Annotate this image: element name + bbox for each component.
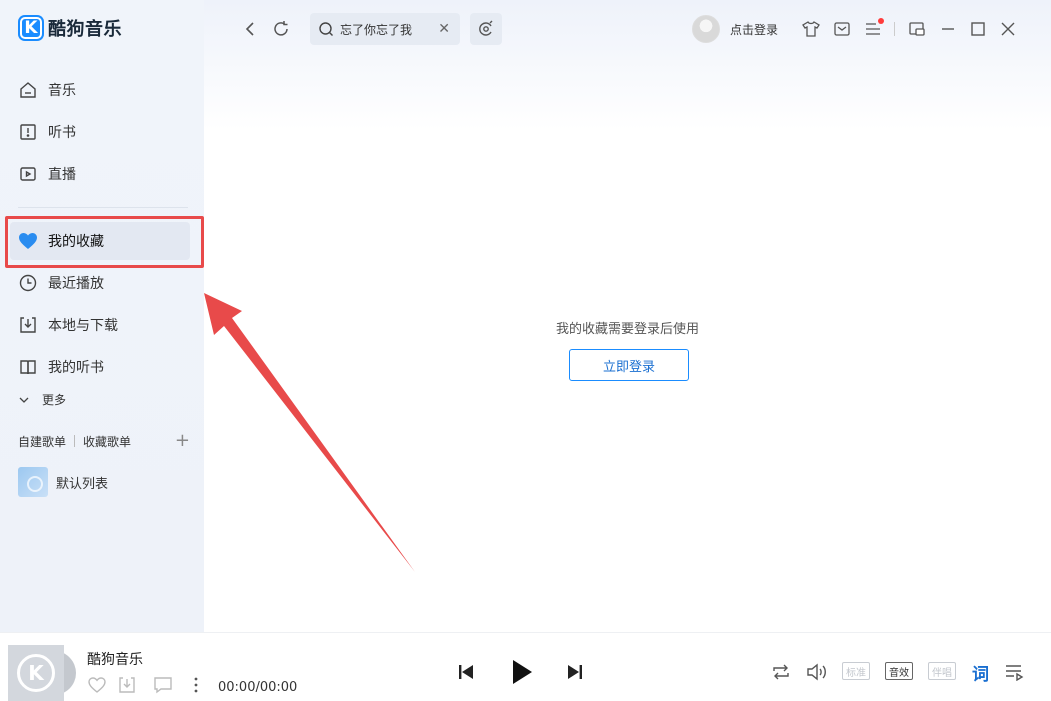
accompany-tag[interactable]: 伴唱 [928, 662, 956, 680]
back-button[interactable] [239, 18, 261, 40]
quality-standard-tag[interactable]: 标准 [842, 662, 870, 680]
refresh-button[interactable] [270, 18, 292, 40]
more-label: 更多 [42, 393, 67, 407]
mini-player-icon [908, 21, 926, 37]
mini-mode-button[interactable] [906, 18, 928, 40]
user-avatar[interactable] [692, 15, 720, 43]
sound-effect-tag[interactable]: 音效 [885, 662, 913, 680]
search-icon [318, 21, 334, 37]
sidebar: K 酷狗音乐 音乐 听书 直播 我的收藏 最近播放 本地与下载 我的听书 更多 … [0, 0, 204, 632]
download-icon [18, 315, 38, 335]
clock-icon [18, 273, 38, 293]
search-input[interactable]: 忘了你忘了我 [340, 21, 412, 38]
next-button[interactable] [564, 661, 586, 683]
tab-separator [74, 435, 76, 447]
more-vertical-icon [194, 677, 198, 693]
maximize-icon [970, 21, 986, 37]
sidebar-item-music[interactable]: 音乐 [10, 71, 190, 109]
sidebar-item-label: 我的听书 [48, 360, 104, 376]
sidebar-item-live[interactable]: 直播 [10, 155, 190, 193]
speaker-icon [806, 662, 828, 682]
playlist-header: 自建歌单 收藏歌单 + [18, 432, 190, 450]
tab-created-playlists[interactable]: 自建歌单 [18, 433, 66, 450]
sidebar-item-label: 音乐 [48, 83, 76, 99]
menu-icon [865, 22, 881, 36]
clear-search-button[interactable]: ✕ [438, 21, 450, 37]
lyrics-button[interactable]: 词 [972, 660, 989, 685]
mail-icon [833, 21, 851, 37]
play-button[interactable] [506, 657, 538, 687]
app-name: 酷狗音乐 [48, 19, 122, 40]
sidebar-divider [18, 207, 188, 208]
play-icon [511, 659, 533, 685]
sidebar-item-recent[interactable]: 最近播放 [10, 264, 190, 302]
add-playlist-button[interactable]: + [175, 432, 190, 450]
playlist-label: 默认列表 [56, 476, 109, 492]
chevron-down-icon [18, 393, 30, 407]
comment-button[interactable] [153, 675, 173, 695]
close-button[interactable] [997, 18, 1019, 40]
book-icon [18, 122, 38, 142]
sidebar-item-label: 我的收藏 [48, 234, 104, 250]
listen-identify-button[interactable] [470, 13, 502, 45]
open-book-icon [18, 357, 38, 377]
skin-button[interactable] [800, 18, 822, 40]
playlist-queue-button[interactable] [1004, 661, 1026, 683]
kugou-logo-icon: K [18, 15, 44, 41]
sidebar-item-local-download[interactable]: 本地与下载 [10, 306, 190, 344]
song-title[interactable]: 酷狗音乐 [87, 649, 143, 669]
sidebar-item-favorites[interactable]: 我的收藏 [10, 222, 190, 260]
comment-icon [153, 676, 173, 694]
download-box-icon [118, 676, 136, 694]
search-box[interactable]: 忘了你忘了我 ✕ [310, 13, 460, 45]
tshirt-icon [802, 21, 820, 37]
sidebar-item-label: 直播 [48, 167, 76, 183]
playlist-cover [18, 467, 48, 497]
more-options-button[interactable] [186, 675, 206, 695]
menu-button[interactable] [862, 18, 884, 40]
playlist-item-default[interactable]: 默认列表 [18, 467, 108, 497]
music-recognition-icon [477, 20, 495, 38]
notification-dot [878, 18, 884, 24]
repeat-icon [771, 663, 791, 681]
topbar: 忘了你忘了我 ✕ 点击登录 [204, 0, 1051, 130]
login-now-button[interactable]: 立即登录 [569, 349, 689, 381]
like-button[interactable] [87, 675, 107, 695]
maximize-button[interactable] [967, 18, 989, 40]
minimize-icon [940, 21, 956, 37]
previous-button[interactable] [455, 661, 477, 683]
sidebar-item-audiobook[interactable]: 听书 [10, 113, 190, 151]
video-icon [18, 164, 38, 184]
download-song-button[interactable] [117, 675, 137, 695]
heart-outline-icon [87, 676, 107, 694]
sidebar-item-my-audiobooks[interactable]: 我的听书 [10, 348, 190, 386]
previous-icon [458, 664, 474, 680]
kugou-logo-icon: K [17, 654, 55, 692]
album-cover[interactable]: K [8, 645, 64, 701]
app-logo[interactable]: K 酷狗音乐 [18, 15, 122, 41]
login-link[interactable]: 点击登录 [730, 21, 778, 38]
sidebar-item-label: 最近播放 [48, 276, 104, 292]
empty-state-message: 我的收藏需要登录后使用 [555, 322, 699, 337]
close-icon [1000, 21, 1016, 37]
loop-mode-button[interactable] [770, 661, 792, 683]
next-icon [567, 664, 583, 680]
playlist-icon [1005, 663, 1025, 681]
volume-button[interactable] [805, 661, 829, 683]
home-icon [18, 80, 38, 100]
sidebar-item-label: 听书 [48, 125, 76, 141]
message-button[interactable] [831, 18, 853, 40]
player-bar: K 酷狗音乐 00:00/00:00 标准 音效 伴唱 词 [0, 632, 1051, 701]
tab-collected-playlists[interactable]: 收藏歌单 [83, 433, 131, 450]
minimize-button[interactable] [937, 18, 959, 40]
more-toggle[interactable]: 更多 [18, 391, 66, 408]
playback-time: 00:00/00:00 [218, 680, 298, 695]
heart-icon [18, 231, 38, 251]
topbar-separator [894, 22, 895, 36]
sidebar-item-label: 本地与下载 [48, 318, 118, 334]
